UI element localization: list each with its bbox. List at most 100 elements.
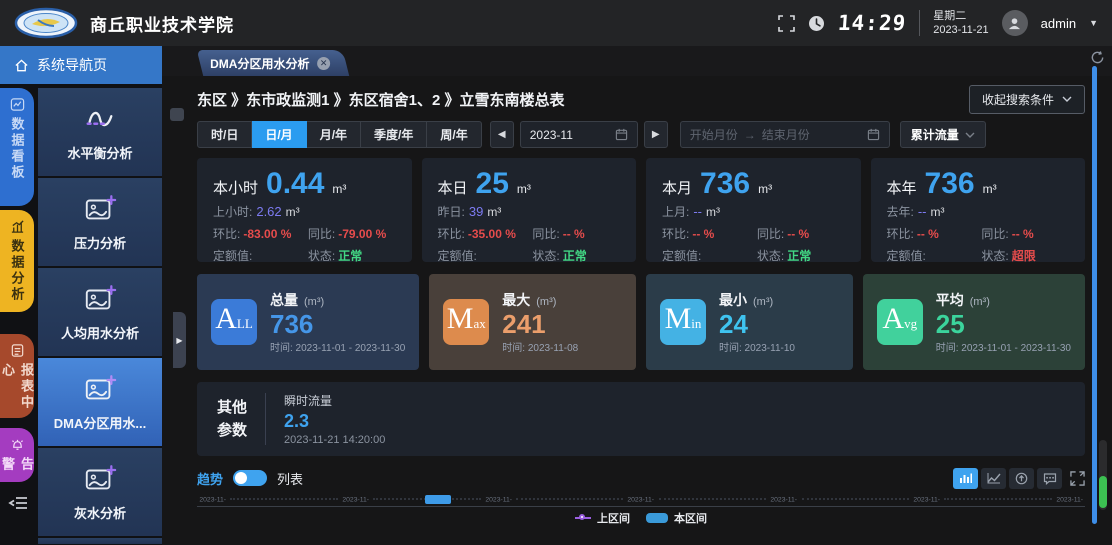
quota-label: 定额值: [662,247,757,264]
summary-value: 25 [936,310,1071,340]
period-day-month-button[interactable]: 日/月 [252,121,306,148]
tab-label: DMA分区用水分析 [210,55,309,72]
filter-row: 时/日 日/月 月/年 季度/年 周/年 ◀ 2023-11 [197,121,1085,148]
sidebar-item-water-balance[interactable]: 水平衡分析 [38,88,162,176]
icon-letter-small: LL [237,316,253,332]
vertical-scrollbar-thumb[interactable] [1092,66,1097,524]
sidebar-menu: 水平衡分析 压力分析 [38,84,162,545]
menu-scroll-handle[interactable] [170,108,184,121]
status-badge: 正常 [338,249,362,263]
rail-tab-label: 报表中心 [0,363,34,418]
comment-button[interactable] [1037,468,1062,489]
icon-letter-small: in [691,316,701,332]
prev-label: 去年: [887,205,914,219]
metric-select[interactable]: 累计流量 [900,121,986,148]
prev-label: 上小时: [213,205,252,219]
collapse-search-button[interactable]: 收起搜索条件 [969,85,1085,114]
rail-tab-alarm[interactable]: 告警 [0,428,34,482]
stat-value: 25 [476,168,509,200]
sidebar-collapse-icon[interactable] [8,495,28,511]
trend-list-toggle[interactable] [233,470,267,486]
axis-tick: 2023-11- [628,495,655,503]
period-quarter-year-button[interactable]: 季度/年 [361,121,427,148]
summary-time: 时间: 2023-11-08 [502,339,578,354]
prev-unit: m³ [931,205,945,219]
sidebar-item-partial[interactable] [38,538,162,544]
bar-chart-button[interactable] [953,468,978,489]
mini-scrollbar-track[interactable] [1099,440,1107,510]
month-range-picker[interactable]: 开始月份 → 结束月份 [680,121,890,148]
period-hour-day-button[interactable]: 时/日 [197,121,252,148]
param-name: 瞬时流量 [284,392,385,409]
summary-card-avg: Avg 平均(m³) 25 时间: 2023-11-01 - 2023-11-3… [863,274,1085,370]
sidebar-item-nav-home[interactable]: 系统导航页 [0,46,162,84]
ratio-label: 环比: [662,227,689,241]
avatar[interactable] [1002,10,1028,36]
rail-tab-report-center[interactable]: 报表中心 [0,334,34,418]
sidebar-item-per-capita-water[interactable]: 人均用水分析 [38,268,162,356]
prev-label: 上月: [662,205,689,219]
legend-item-upper-range[interactable]: 上区间 [575,510,630,526]
rail-tab-label: 数据分析 [8,239,27,303]
chart-fullscreen-icon[interactable] [1070,471,1085,486]
refresh-icon[interactable] [1090,50,1105,65]
summary-value: 736 [270,310,405,340]
period-month-year-button[interactable]: 月/年 [307,121,361,148]
quota-label: 定额值: [438,247,533,264]
alarm-bell-icon [10,437,25,452]
prev-unit: m³ [286,205,300,219]
datazoom-thumb[interactable] [425,495,451,504]
tab-dma-water-analysis[interactable]: DMA分区用水分析 ✕ [197,50,350,76]
tab-close-icon[interactable]: ✕ [317,57,330,70]
username-label[interactable]: admin [1041,16,1076,31]
other-params-panel: 其他参数 瞬时流量 2.3 2023-11-21 14:20:00 [197,382,1085,456]
stat-card-month: 本月 736 m³ 上月:--m³ 环比:-- % 同比:-- % 定额值: 状… [646,158,861,262]
nav-home-label: 系统导航页 [37,55,107,75]
stat-value: 736 [925,168,975,200]
status-badge: 正常 [563,249,587,263]
stat-unit: m³ [758,182,772,196]
rail-tab-data-board[interactable]: 数据看板 [0,88,34,206]
ratio-label: 同比: [308,227,335,241]
ratio-label: 同比: [757,227,784,241]
stat-title: 本日 [438,177,468,198]
clock-icon [808,15,825,32]
summary-time: 时间: 2023-11-01 - 2023-11-30 [936,339,1071,354]
home-icon [14,58,29,73]
next-month-button[interactable]: ▶ [644,121,668,148]
sidebar-item-greywater-analysis[interactable]: 灰水分析 [38,448,162,536]
rail-tab-label: 告警 [0,457,34,482]
sidebar-item-dma-water[interactable]: DMA分区用水... [38,358,162,446]
date-block: 星期二 2023-11-21 [933,9,988,38]
legend-label: 本区间 [674,510,707,526]
stat-value: 736 [700,168,750,200]
summary-time: 时间: 2023-11-10 [719,339,795,354]
axis-tick: 2023-11- [770,495,797,503]
sidebar-item-label: 压力分析 [74,233,126,252]
ratio-value: -- % [787,227,809,241]
app-root: 商丘职业技术学院 14:29 星期二 2023-11-21 [0,0,1112,545]
sidebar-item-pressure-analysis[interactable]: 压力分析 [38,178,162,266]
legend-item-current-range[interactable]: 本区间 [646,510,707,526]
fullscreen-icon[interactable] [778,15,795,32]
prev-month-button[interactable]: ◀ [490,121,514,148]
month-picker[interactable]: 2023-11 [520,121,638,148]
stat-unit: m³ [983,182,997,196]
prev-value: -- [918,204,927,219]
range-arrow: → [744,128,756,142]
datazoom-slider[interactable]: 2023-11- 2023-11- 2023-11- 2023-11- 2023… [197,492,1085,507]
chevron-down-icon [1062,96,1072,102]
stat-title: 本年 [887,177,917,198]
breadcrumb[interactable]: 东区 》东市政监测1 》东区宿舍1、2 》立雪东南楼总表 [197,89,565,110]
rail-tab-data-analysis[interactable]: 数据分析 [0,210,34,312]
line-marker-dot [579,514,585,520]
mini-scrollbar-thumb[interactable] [1099,476,1107,508]
period-week-year-button[interactable]: 周/年 [427,121,481,148]
summary-unit: (m³) [304,296,324,308]
panel-expand-handle[interactable]: ▶ [173,312,186,368]
user-menu-caret-icon[interactable]: ▼ [1089,18,1098,28]
export-circle-button[interactable] [1009,468,1034,489]
range-start-placeholder: 开始月份 [690,126,738,143]
icon-letter-small: vg [904,316,917,332]
line-chart-button[interactable] [981,468,1006,489]
